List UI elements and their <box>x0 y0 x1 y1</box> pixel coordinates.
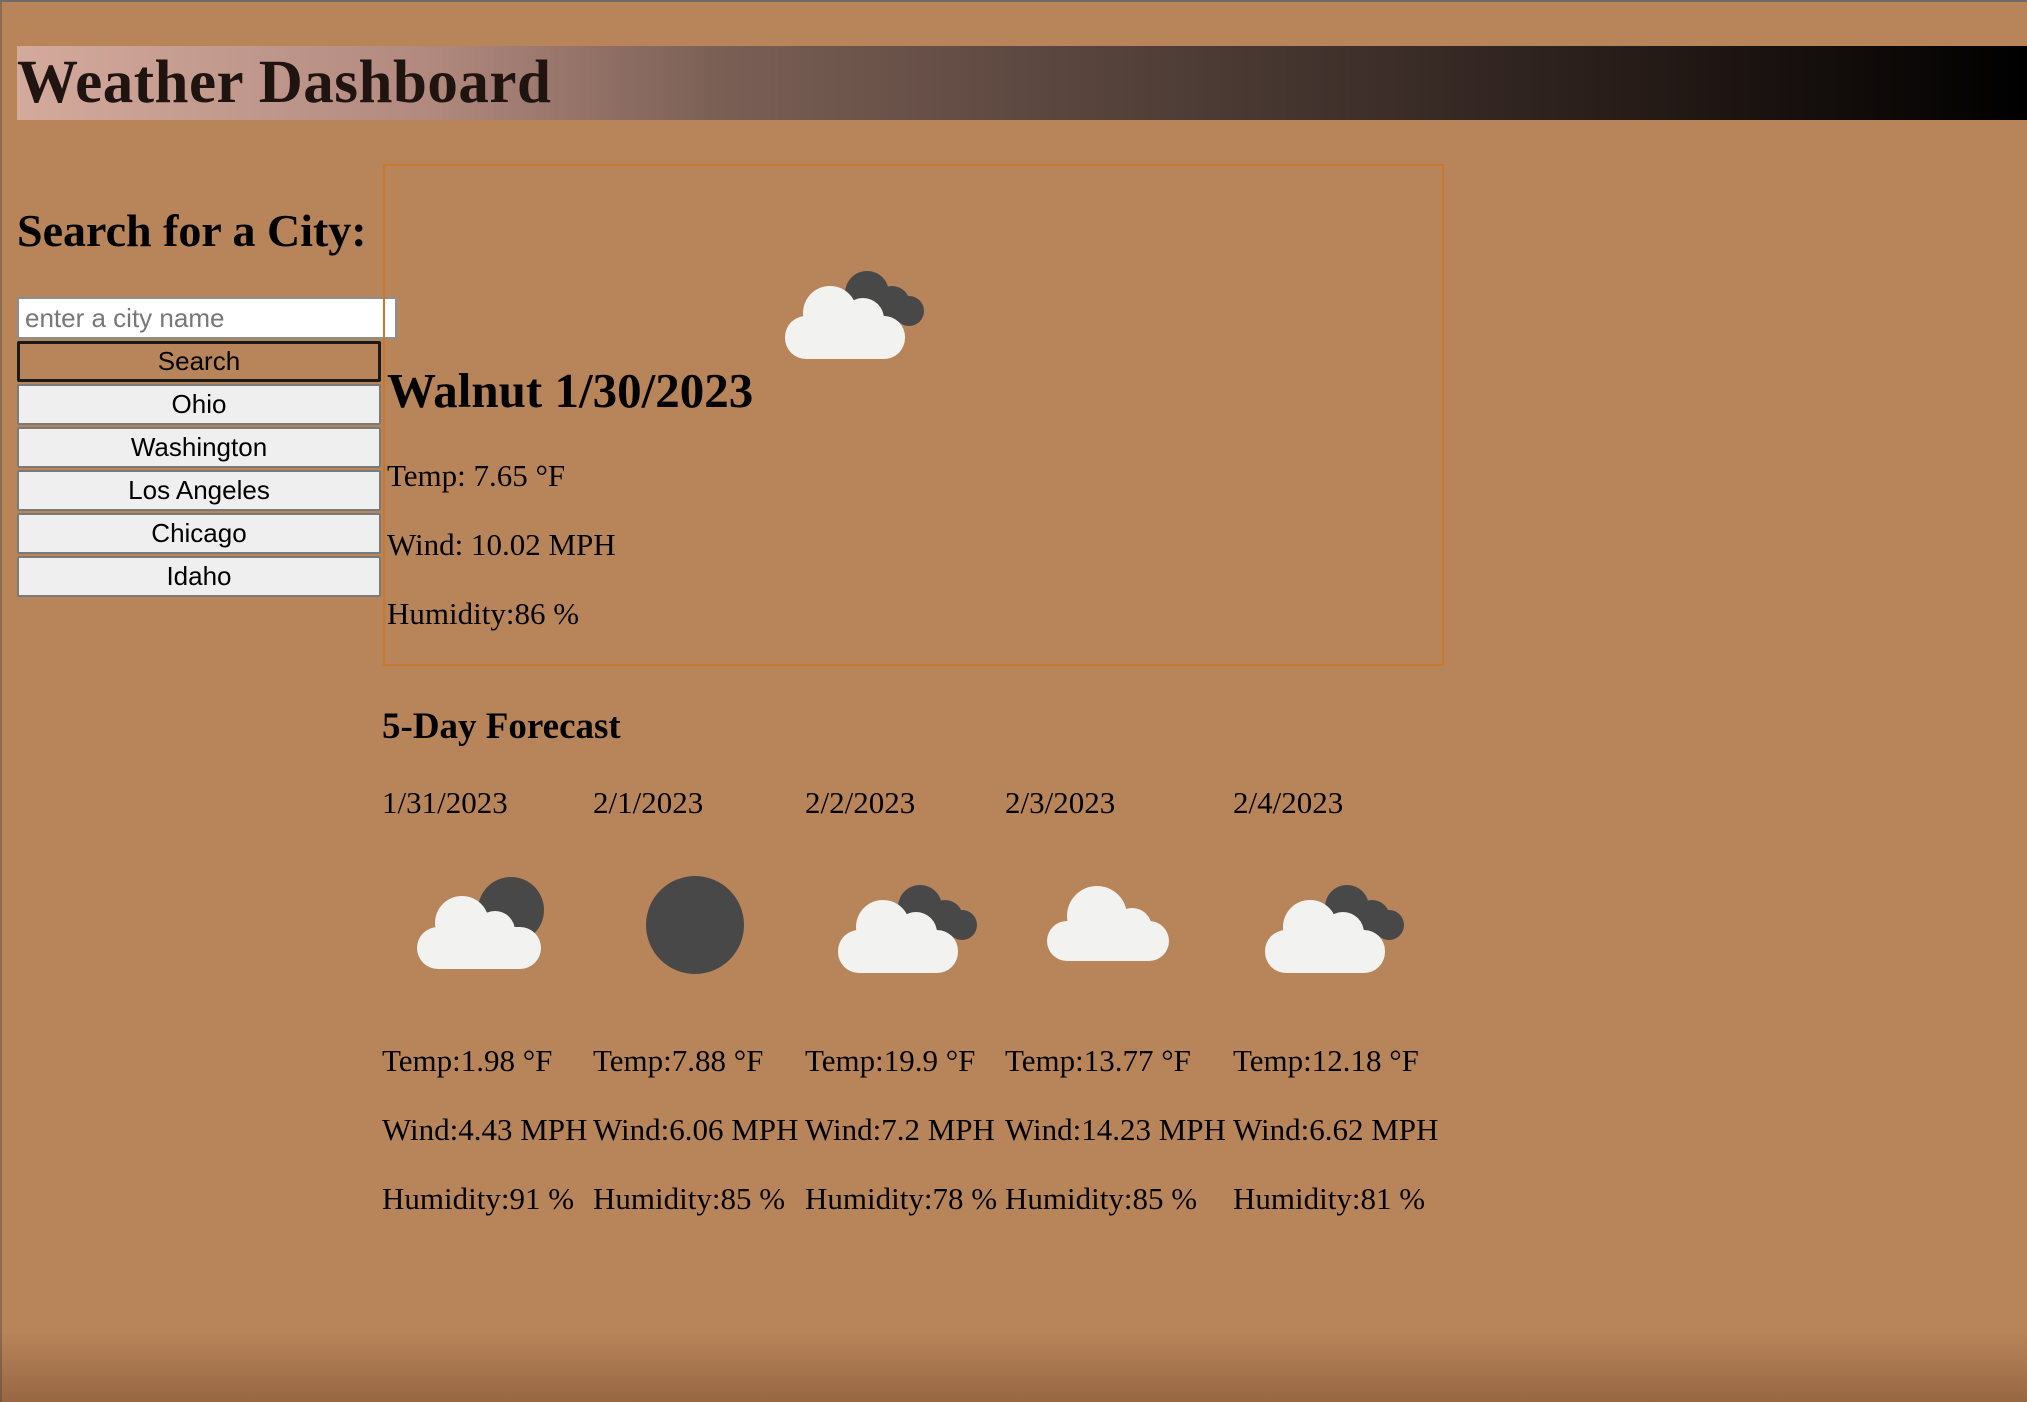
history-button-chicago[interactable]: Chicago <box>17 513 381 554</box>
search-button[interactable]: Search <box>17 341 381 382</box>
forecast-humidity: Humidity:85 % <box>593 1181 786 1216</box>
forecast-temp: Temp:12.18 °F <box>1233 1043 1419 1078</box>
forecast-wind: Wind:7.2 MPH <box>805 1112 995 1147</box>
history-button-ohio[interactable]: Ohio <box>17 384 381 425</box>
forecast-temp: Temp:13.77 °F <box>1005 1043 1191 1078</box>
city-search-input[interactable] <box>17 297 397 339</box>
current-temp: Temp: 7.65 °F <box>387 458 566 493</box>
forecast-heading: 5-Day Forecast <box>382 706 621 747</box>
search-sidebar: Search for a City: Search Ohio Washingto… <box>17 200 397 597</box>
current-weather-card: Walnut 1/30/2023 Temp: 7.65 °F Wind: 10.… <box>383 164 1444 666</box>
forecast-date: 2/3/2023 <box>1005 785 1116 820</box>
forecast-humidity: Humidity:85 % <box>1005 1181 1198 1216</box>
history-button-los-angeles[interactable]: Los Angeles <box>17 470 381 511</box>
cloud-icon <box>1047 883 1172 968</box>
forecast-temp: Temp:1.98 °F <box>382 1043 553 1078</box>
forecast-date: 2/2/2023 <box>805 785 916 820</box>
forecast-temp: Temp:19.9 °F <box>805 1043 976 1078</box>
current-humidity: Humidity:86 % <box>387 596 580 631</box>
partly-cloudy-night-icon <box>1265 875 1410 980</box>
partly-cloudy-night-icon <box>785 261 930 366</box>
forecast-humidity: Humidity:91 % <box>382 1181 575 1216</box>
forecast-temp: Temp:7.88 °F <box>593 1043 764 1078</box>
forecast-wind: Wind:6.62 MPH <box>1233 1112 1439 1147</box>
forecast-humidity: Humidity:78 % <box>805 1181 998 1216</box>
page-bottom-shade <box>0 1332 2027 1402</box>
forecast-humidity: Humidity:81 % <box>1233 1181 1426 1216</box>
forecast-wind: Wind:6.06 MPH <box>593 1112 799 1147</box>
page-title: Weather Dashboard <box>17 49 552 116</box>
forecast-wind: Wind:4.43 MPH <box>382 1112 588 1147</box>
current-wind: Wind: 10.02 MPH <box>387 527 616 562</box>
history-button-washington[interactable]: Washington <box>17 427 381 468</box>
page-header: Weather Dashboard <box>17 46 2027 120</box>
current-city-date: Walnut 1/30/2023 <box>387 363 754 418</box>
cloud-moon-icon <box>417 875 557 975</box>
history-button-idaho[interactable]: Idaho <box>17 556 381 597</box>
search-heading: Search for a City: <box>17 205 367 256</box>
moon-icon <box>645 875 745 980</box>
forecast-wind: Wind:14.23 MPH <box>1005 1112 1226 1147</box>
forecast-date: 2/1/2023 <box>593 785 704 820</box>
forecast-date: 1/31/2023 <box>382 785 508 820</box>
partly-cloudy-night-icon <box>838 875 983 980</box>
forecast-date: 2/4/2023 <box>1233 785 1344 820</box>
